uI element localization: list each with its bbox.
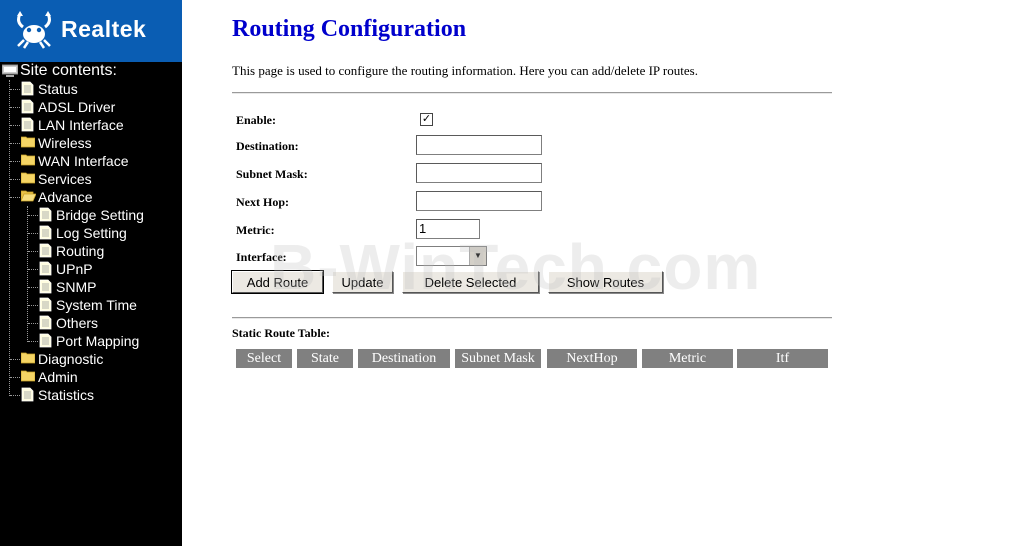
column-header-nexthop: NextHop [547, 349, 637, 368]
sidebar-item-label: Port Mapping [56, 333, 140, 349]
sidebar-item-label: Status [38, 81, 78, 97]
column-header-select: Select [236, 349, 292, 368]
sidebar: Realtek Site contents: Status ADSL Drive… [0, 0, 182, 546]
sidebar-item-label: System Time [56, 297, 137, 313]
sidebar-item-label: Advance [38, 189, 93, 205]
folder-icon [21, 352, 35, 364]
sidebar-item-label: Bridge Setting [56, 207, 144, 223]
sidebar-item-label: Log Setting [56, 225, 127, 241]
sidebar-item-label: Others [56, 315, 99, 331]
folder-icon [21, 370, 35, 382]
sidebar-item-label: ADSL Driver [38, 99, 116, 115]
next-hop-input[interactable] [416, 191, 542, 211]
enable-checkbox[interactable]: ✓ [420, 113, 433, 126]
metric-label: Metric: [236, 223, 275, 237]
page-icon [39, 225, 52, 240]
column-header-state: State [297, 349, 353, 368]
column-header-destination: Destination [358, 349, 450, 368]
column-header-itf: Itf [737, 349, 828, 368]
update-button[interactable]: Update [332, 271, 393, 293]
next-hop-label: Next Hop: [236, 195, 289, 209]
column-header-subnet-mask: Subnet Mask [455, 349, 541, 368]
sidebar-item-label: Services [38, 171, 92, 187]
delete-selected-button[interactable]: Delete Selected [402, 271, 539, 293]
page-icon [21, 81, 34, 96]
realtek-logo: Realtek [0, 0, 182, 62]
page-icon [39, 243, 52, 258]
sidebar-item-label: Routing [56, 243, 105, 259]
sidebar-item-label: Admin [38, 369, 78, 385]
column-header-metric: Metric [642, 349, 733, 368]
sidebar-item-label: WAN Interface [38, 153, 129, 169]
page-icon [21, 387, 34, 402]
crab-logo-icon [17, 11, 51, 49]
interface-label: Interface: [236, 250, 287, 264]
computer-icon [2, 64, 18, 77]
folder-icon [21, 136, 35, 148]
static-route-table-title: Static Route Table: [232, 326, 331, 340]
interface-select[interactable]: ▼ [416, 246, 487, 266]
sidebar-item-label: LAN Interface [38, 117, 124, 133]
tree-connector [27, 206, 28, 342]
folder-icon [21, 172, 35, 184]
subnet-mask-label: Subnet Mask: [236, 167, 308, 181]
page-icon [21, 99, 34, 114]
sidebar-item-label: UPnP [56, 261, 93, 277]
page-icon [21, 117, 34, 132]
destination-input[interactable] [416, 135, 542, 155]
subnet-mask-input[interactable] [416, 163, 542, 183]
divider [232, 92, 832, 94]
metric-input[interactable]: 1 [416, 219, 480, 239]
page-icon [39, 279, 52, 294]
tree-root-label: Site contents: [20, 62, 117, 79]
sidebar-item-label: Diagnostic [38, 351, 104, 367]
page-icon [39, 315, 52, 330]
add-route-button[interactable]: Add Route [231, 270, 324, 294]
brand-name: Realtek [61, 16, 147, 42]
page-icon [39, 207, 52, 222]
page-icon [39, 297, 52, 312]
tree-connector [9, 80, 10, 396]
folder-icon [21, 154, 35, 166]
page-icon [39, 261, 52, 276]
enable-label: Enable: [236, 113, 277, 127]
show-routes-button[interactable]: Show Routes [548, 271, 663, 293]
sidebar-item-label: Statistics [38, 387, 95, 403]
divider [232, 317, 832, 319]
page-title: Routing Configuration [232, 16, 467, 42]
page-icon [39, 333, 52, 348]
destination-label: Destination: [236, 139, 299, 153]
sidebar-item-label: SNMP [56, 279, 97, 295]
open-folder-icon [21, 190, 36, 202]
page-description: This page is used to configure the routi… [232, 63, 698, 78]
sidebar-item-label: Wireless [38, 135, 92, 151]
dropdown-arrow-icon[interactable]: ▼ [469, 247, 486, 265]
